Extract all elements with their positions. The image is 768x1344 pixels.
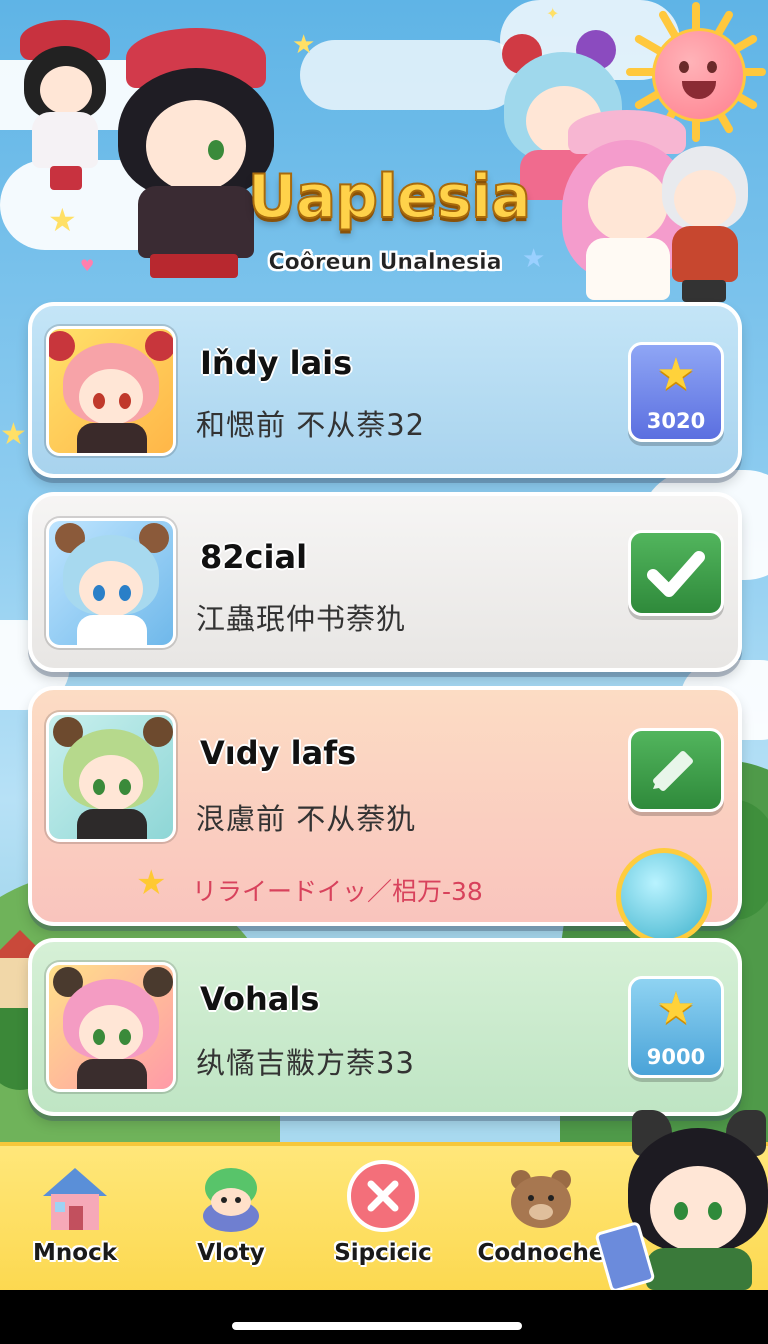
nav-label: Sipcicic bbox=[334, 1240, 432, 1266]
character-card[interactable]: 82cial 江蟲珉仲书萘犰 bbox=[28, 492, 742, 672]
character-card[interactable]: Iňdy lais 和愢前 不从萘32 ★ 3020 bbox=[28, 302, 742, 478]
character-name: Vohals bbox=[200, 980, 320, 1018]
nav-label: Vloty bbox=[197, 1240, 265, 1266]
nav-item-sipcicic[interactable]: Sipcicic bbox=[308, 1150, 458, 1280]
pencil-icon bbox=[653, 751, 693, 791]
cloud bbox=[300, 40, 520, 110]
game-title: Uaplesia bbox=[247, 161, 532, 233]
edit-button[interactable] bbox=[628, 728, 724, 812]
stars-icon: ★ bbox=[656, 983, 696, 1034]
star-icon: ★ bbox=[136, 863, 167, 903]
character-description: 和愢前 不从萘32 bbox=[196, 408, 426, 442]
game-subtitle: Coôreun Unalnesia bbox=[268, 250, 502, 275]
checkmark-icon bbox=[647, 551, 705, 597]
reward-value: 9000 bbox=[646, 1045, 706, 1069]
nav-label: Codnoche bbox=[477, 1240, 605, 1266]
check-button[interactable] bbox=[628, 530, 724, 616]
game-scene: ★ ★ ★ ★ ✦ ♥ ♥ ♥ bbox=[0, 0, 768, 1290]
nav-item-mnock[interactable]: Mnock bbox=[0, 1150, 150, 1280]
character-card[interactable]: Vıdy lafs 泿慮前 不从萘犰 ★ リライードイッ／梠万-38 bbox=[28, 686, 742, 944]
home-indicator[interactable] bbox=[232, 1322, 522, 1330]
character-description: 泿慮前 不从萘犰 bbox=[196, 802, 417, 836]
character-name: Vıdy lafs bbox=[200, 734, 357, 772]
house-icon bbox=[43, 1168, 107, 1230]
character-description: 江蟲珉仲书萘犰 bbox=[196, 602, 407, 636]
nav-item-vloty[interactable]: Vloty bbox=[156, 1150, 306, 1280]
character-avatar bbox=[46, 518, 176, 648]
character-avatar bbox=[46, 712, 176, 842]
bear-icon bbox=[511, 1170, 571, 1228]
background-house bbox=[0, 930, 50, 1020]
chibi-character bbox=[14, 20, 114, 190]
star-icon: ★ bbox=[656, 349, 696, 400]
reward-button[interactable]: ★ 9000 bbox=[628, 976, 724, 1078]
character-card[interactable]: Vohals 纨憰吉黻方萘33 ★ 9000 bbox=[28, 938, 742, 1116]
cancel-icon bbox=[347, 1160, 419, 1232]
reward-button[interactable]: ★ 3020 bbox=[628, 342, 724, 442]
star-sparkle: ✦ bbox=[546, 4, 560, 23]
chibi-character bbox=[594, 1110, 768, 1290]
heart-icon: ♥ bbox=[80, 256, 95, 275]
star-sparkle: ★ bbox=[0, 417, 27, 452]
star-sparkle: ★ bbox=[292, 30, 316, 60]
character-avatar bbox=[46, 962, 176, 1092]
reward-value: 3020 bbox=[646, 409, 706, 433]
chibi-character bbox=[660, 146, 750, 302]
character-name: Iňdy lais bbox=[200, 344, 353, 382]
nav-label: Mnock bbox=[33, 1240, 117, 1266]
character-description: 纨憰吉黻方萘33 bbox=[196, 1046, 415, 1080]
character-extra-info: リライードイッ／梠万-38 bbox=[192, 877, 483, 906]
character-avatar bbox=[46, 326, 176, 456]
frog-hat-icon bbox=[203, 1168, 259, 1232]
nav-item-codnoche[interactable]: Codnoche bbox=[466, 1150, 616, 1280]
star-sparkle: ★ bbox=[48, 201, 77, 239]
bubble-orb-icon bbox=[616, 848, 712, 944]
character-name: 82cial bbox=[200, 538, 308, 576]
chibi-character bbox=[110, 28, 280, 278]
